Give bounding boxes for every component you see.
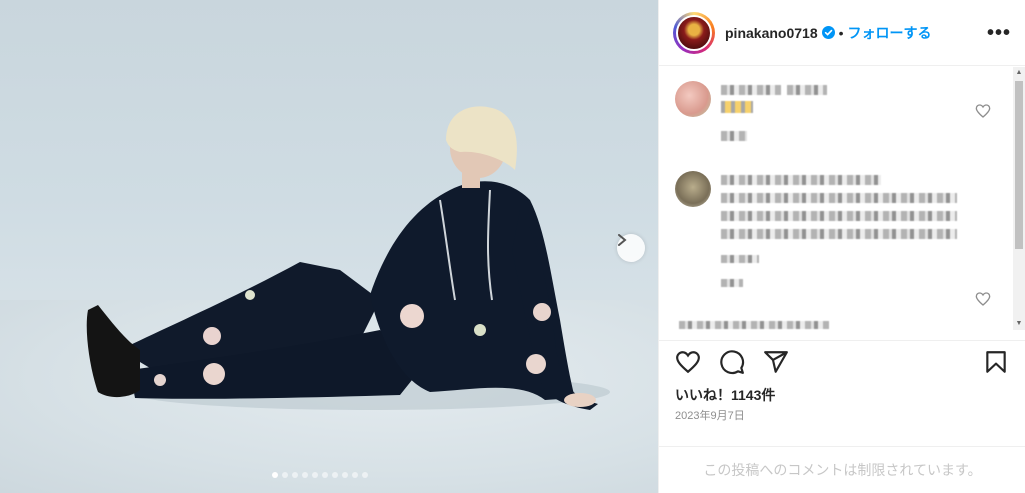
redacted-text bbox=[721, 279, 743, 287]
carousel-dot[interactable] bbox=[292, 472, 298, 478]
scroll-down-arrow-icon[interactable]: ▼ bbox=[1013, 318, 1025, 330]
redacted-text bbox=[679, 321, 829, 329]
comment-item bbox=[675, 319, 1005, 330]
bookmark-icon[interactable] bbox=[983, 349, 1009, 375]
post-side-panel: pinakano0718 • フォローする ••• ▲ ▼ いいね！1143件 … bbox=[658, 0, 1025, 493]
carousel-dot[interactable] bbox=[362, 472, 368, 478]
avatar-image bbox=[676, 14, 712, 51]
redacted-text bbox=[721, 131, 747, 141]
post-photo[interactable] bbox=[0, 0, 658, 493]
next-slide-button[interactable] bbox=[617, 234, 645, 262]
comments-scrollbar[interactable]: ▲ ▼ bbox=[1013, 67, 1025, 330]
carousel-dot[interactable] bbox=[352, 472, 358, 478]
heart-icon[interactable] bbox=[975, 103, 991, 119]
carousel-dot[interactable] bbox=[312, 472, 318, 478]
commenter-avatar[interactable] bbox=[675, 171, 711, 207]
comment-item bbox=[675, 171, 1005, 306]
commenter-avatar[interactable] bbox=[675, 81, 711, 117]
heart-icon[interactable] bbox=[975, 291, 991, 307]
redacted-text bbox=[721, 101, 753, 113]
comment-icon[interactable] bbox=[719, 349, 745, 375]
more-options-button[interactable]: ••• bbox=[987, 23, 1011, 43]
action-bar bbox=[659, 340, 1025, 380]
paper-plane-icon[interactable] bbox=[763, 349, 789, 375]
comments-restricted-notice: この投稿へのコメントは制限されています。 bbox=[659, 446, 1025, 493]
comment-item bbox=[675, 81, 1005, 151]
redacted-text bbox=[721, 85, 781, 95]
separator-dot: • bbox=[838, 24, 844, 41]
carousel-dots bbox=[272, 472, 368, 478]
redacted-text bbox=[721, 211, 957, 221]
follow-button[interactable]: フォローする bbox=[848, 23, 932, 43]
chevron-right-icon bbox=[618, 234, 627, 246]
redacted-text bbox=[721, 175, 881, 185]
redacted-text bbox=[787, 85, 827, 95]
avatar[interactable] bbox=[673, 11, 715, 54]
redacted-text bbox=[721, 229, 957, 239]
comments-list[interactable] bbox=[659, 67, 1025, 330]
scroll-thumb[interactable] bbox=[1015, 81, 1023, 249]
carousel-dot[interactable] bbox=[302, 472, 308, 478]
scroll-up-arrow-icon[interactable]: ▲ bbox=[1013, 67, 1025, 79]
verified-badge-icon bbox=[821, 26, 835, 39]
post-modal: pinakano0718 • フォローする ••• ▲ ▼ いいね！1143件 … bbox=[0, 0, 1025, 493]
post-header: pinakano0718 • フォローする ••• bbox=[659, 0, 1025, 66]
username-link[interactable]: pinakano0718 bbox=[725, 25, 818, 41]
person-illustration bbox=[86, 106, 610, 410]
carousel-dot[interactable] bbox=[282, 472, 288, 478]
redacted-text bbox=[721, 193, 957, 203]
carousel-dot[interactable] bbox=[322, 472, 328, 478]
carousel-dot[interactable] bbox=[342, 472, 348, 478]
redacted-text bbox=[721, 255, 759, 263]
likes-count[interactable]: いいね！1143件 bbox=[675, 385, 775, 405]
post-date[interactable]: 2023年9月7日 bbox=[675, 407, 745, 423]
heart-icon[interactable] bbox=[675, 349, 701, 375]
carousel-dot[interactable] bbox=[272, 472, 278, 478]
carousel-dot[interactable] bbox=[332, 472, 338, 478]
